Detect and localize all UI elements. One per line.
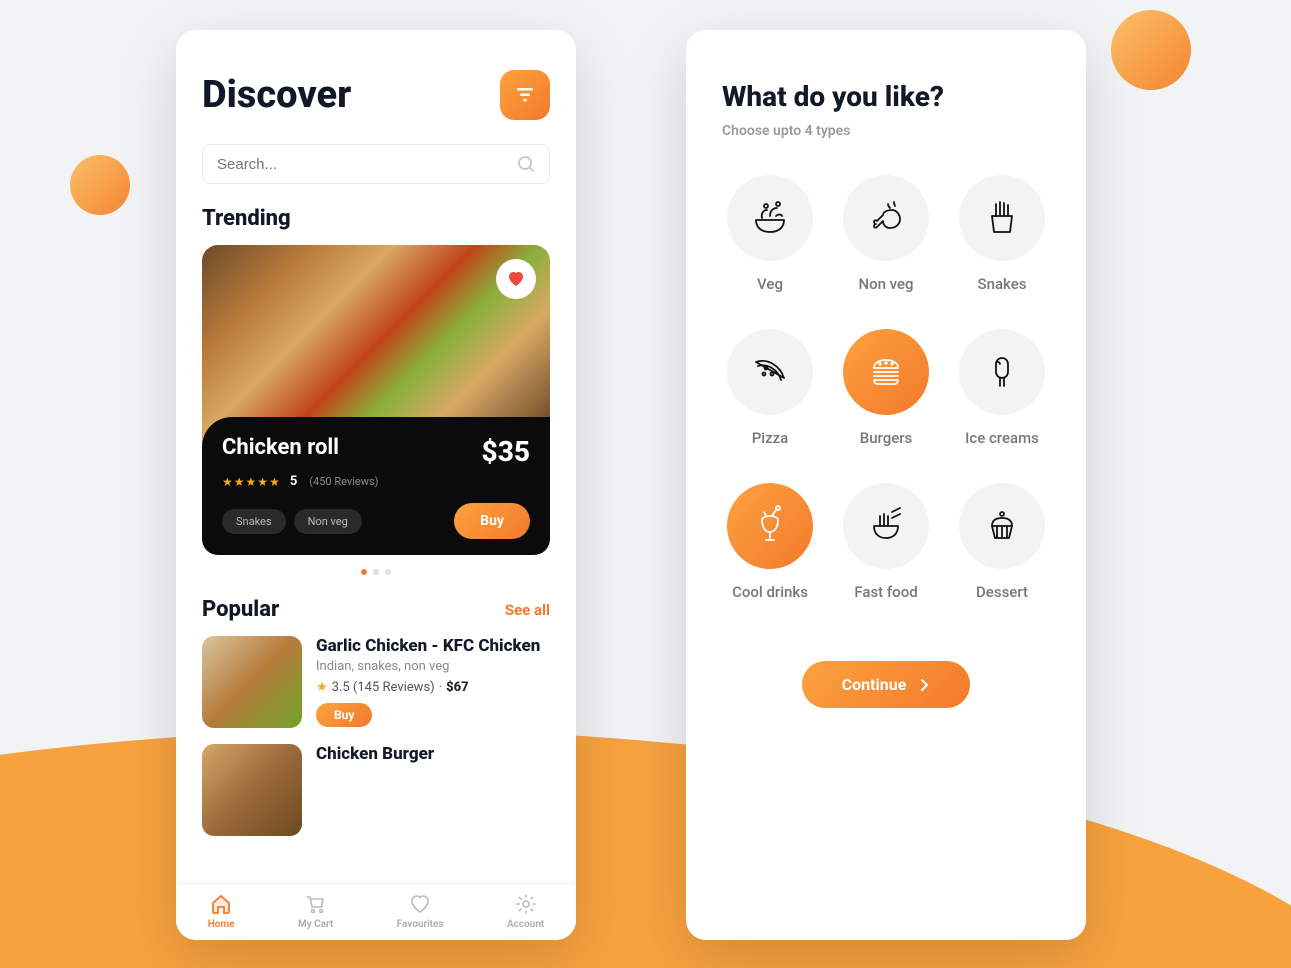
fries-icon	[980, 196, 1024, 240]
buy-button[interactable]: Buy	[316, 703, 372, 727]
type-nonveg[interactable]: Non veg	[838, 175, 934, 293]
page-title: What do you like?	[722, 80, 1050, 113]
review-count: (450 Reviews)	[309, 475, 378, 488]
chevron-right-icon	[920, 678, 930, 692]
burger-icon	[864, 350, 908, 394]
list-item-title: Garlic Chicken - KFC Chicken	[316, 636, 550, 656]
nav-home[interactable]: Home	[208, 892, 235, 930]
trending-title: Trending	[202, 206, 550, 231]
cocktail-icon	[748, 504, 792, 548]
type-snakes[interactable]: Snakes	[954, 175, 1050, 293]
see-all-link[interactable]: See all	[505, 601, 550, 619]
nav-label: Home	[208, 919, 235, 930]
list-item-title: Chicken Burger	[316, 744, 550, 764]
discover-screen: Discover Trending	[176, 30, 576, 940]
popsicle-icon	[980, 350, 1024, 394]
cupcake-icon	[980, 504, 1024, 548]
chicken-leg-icon	[864, 196, 908, 240]
type-label: Burgers	[860, 429, 913, 447]
buy-button[interactable]: Buy	[454, 503, 530, 539]
continue-button[interactable]: Continue	[802, 661, 971, 708]
rating-value: 5	[290, 474, 297, 489]
trending-card[interactable]: Chicken roll $35 ★★★★★ 5 (450 Reviews) S…	[202, 245, 550, 555]
trending-card-image	[202, 245, 550, 445]
type-label: Ice creams	[965, 429, 1039, 447]
list-item-subtitle: Indian, snakes, non veg	[316, 659, 550, 674]
type-label: Cool drinks	[732, 583, 808, 601]
nav-label: Favourites	[397, 919, 444, 930]
tag: Snakes	[222, 509, 286, 534]
star-icon: ★	[316, 680, 328, 695]
list-item-rating: 3.5 (145 Reviews)	[332, 680, 435, 695]
nav-label: Account	[507, 919, 544, 930]
type-veg[interactable]: Veg	[722, 175, 818, 293]
page-subtitle: Choose upto 4 types	[722, 123, 1050, 139]
tag: Non veg	[294, 509, 362, 534]
type-label: Snakes	[978, 275, 1027, 293]
type-label: Veg	[757, 275, 783, 293]
popular-title: Popular	[202, 597, 279, 622]
dot[interactable]	[361, 569, 367, 575]
type-cooldrinks[interactable]: Cool drinks	[722, 483, 818, 601]
type-icecreams[interactable]: Ice creams	[954, 329, 1050, 447]
type-pizza[interactable]: Pizza	[722, 329, 818, 447]
favourite-button[interactable]	[496, 259, 536, 299]
carousel-dots[interactable]	[202, 569, 550, 575]
search-input[interactable]	[217, 156, 517, 173]
dot[interactable]	[385, 569, 391, 575]
bottom-nav: Home My Cart Favourites Account	[176, 883, 576, 940]
noodles-icon	[864, 504, 908, 548]
type-dessert[interactable]: Dessert	[954, 483, 1050, 601]
type-fastfood[interactable]: Fast food	[838, 483, 934, 601]
preferences-screen: What do you like? Choose upto 4 types Ve…	[686, 30, 1086, 940]
nav-cart[interactable]: My Cart	[298, 892, 333, 930]
nav-label: My Cart	[298, 919, 333, 930]
gear-icon	[514, 892, 538, 916]
list-item-price: $67	[446, 680, 469, 695]
filter-button[interactable]	[500, 70, 550, 120]
pizza-icon	[748, 350, 792, 394]
decoration-circle	[1111, 10, 1191, 90]
search-icon	[517, 155, 535, 173]
type-label: Pizza	[752, 429, 789, 447]
heart-icon	[507, 271, 525, 287]
nav-favourites[interactable]: Favourites	[397, 892, 444, 930]
heart-icon	[408, 892, 432, 916]
cart-icon	[304, 892, 328, 916]
list-item[interactable]: Garlic Chicken - KFC Chicken Indian, sna…	[202, 636, 550, 728]
card-name: Chicken roll	[222, 435, 339, 460]
type-label: Non veg	[858, 275, 913, 293]
card-price: $35	[482, 435, 530, 468]
search-input-wrap[interactable]	[202, 144, 550, 184]
type-label: Dessert	[976, 583, 1028, 601]
filter-icon	[515, 87, 535, 103]
home-icon	[209, 892, 233, 916]
list-item-image	[202, 744, 302, 836]
salad-icon	[748, 196, 792, 240]
dot[interactable]	[373, 569, 379, 575]
page-title: Discover	[202, 73, 351, 117]
type-burgers[interactable]: Burgers	[838, 329, 934, 447]
list-item-image	[202, 636, 302, 728]
list-item[interactable]: Chicken Burger	[202, 744, 550, 836]
continue-label: Continue	[842, 675, 907, 694]
star-rating: ★★★★★	[222, 475, 280, 489]
nav-account[interactable]: Account	[507, 892, 544, 930]
type-label: Fast food	[854, 583, 917, 601]
